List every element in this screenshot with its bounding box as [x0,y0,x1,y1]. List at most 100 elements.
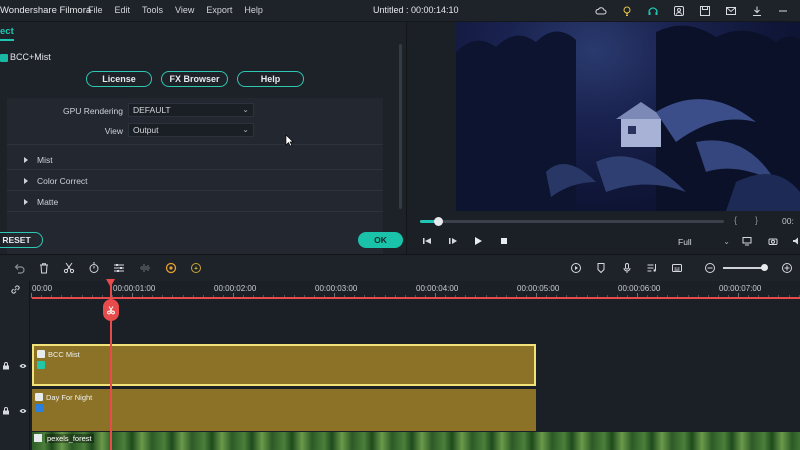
marker-button[interactable] [594,261,608,275]
ai-tool-button[interactable] [189,261,203,275]
clip-label: pexels_forest [45,434,94,443]
view-label: View [104,126,123,136]
vertical-scrollbar[interactable] [399,44,402,209]
minus-circle-icon [705,263,715,273]
expand-arrow-icon [24,199,28,205]
gpu-rendering-select[interactable]: DEFAULT ⌄ [128,103,254,117]
help-button[interactable]: Help [237,71,304,87]
download-icon[interactable] [744,3,770,19]
clip-day-for-night[interactable]: Day For Night [32,389,536,431]
track-2: Day For Night [30,388,800,432]
split-marker[interactable] [103,299,119,321]
video-preview[interactable] [456,22,800,211]
preview-quality-select[interactable]: Full ⌄ [678,235,730,249]
eye-icon[interactable] [19,362,27,370]
chevron-down-icon: ⌄ [242,125,249,134]
cloud-icon[interactable] [588,3,614,19]
save-icon[interactable] [692,3,718,19]
clip-bcc-mist[interactable]: BCC Mist [32,344,536,386]
current-time: 00: [782,216,794,226]
audio-wave-button[interactable] [138,261,152,275]
menu-file[interactable]: File [88,5,103,15]
headset-icon[interactable] [640,3,666,19]
mark-out-button[interactable]: } [755,215,758,225]
expand-arrow-icon [24,178,28,184]
license-button[interactable]: License [86,71,152,87]
section-color-correct[interactable]: Color Correct [24,176,88,186]
title-bar: Wondershare Filmora File Edit Tools View… [0,0,800,22]
zoom-out-button[interactable] [703,261,717,275]
document-title: Untitled : 00:00:14:10 [373,5,459,15]
menu-edit[interactable]: Edit [115,5,131,15]
minimize-icon[interactable] [770,3,796,19]
eye-icon[interactable] [19,407,27,415]
link-icon[interactable] [10,284,21,295]
effect-enable-checkbox[interactable] [0,54,8,62]
reset-button[interactable]: RESET [0,232,43,248]
lightbulb-icon[interactable] [614,3,640,19]
display-settings-button[interactable] [740,235,754,247]
snapshot-button[interactable] [766,235,780,247]
render-preview-button[interactable] [569,261,583,275]
music-list-icon [647,264,656,272]
delete-button[interactable] [37,261,51,275]
mail-icon[interactable] [718,3,744,19]
tab-effect[interactable]: ect [0,26,14,37]
volume-button[interactable] [790,235,800,247]
ok-button[interactable]: OK [358,232,403,248]
track-header-3 [0,432,30,450]
mark-in-button[interactable]: { [734,215,737,225]
scissors-icon [107,306,115,315]
subtitle-icon [672,264,682,272]
gem-icon [37,361,45,369]
fx-browser-button[interactable]: FX Browser [161,71,228,87]
playback-progress-bar[interactable] [420,217,724,226]
undo-button[interactable] [12,261,26,275]
timeline-zoom-knob[interactable] [761,264,768,271]
section-mist[interactable]: Mist [24,155,53,165]
user-icon[interactable] [666,3,692,19]
split-button[interactable] [62,261,76,275]
track-header-1 [0,343,30,388]
menu-export[interactable]: Export [206,5,232,15]
play-pause-frame-button[interactable] [446,235,460,247]
expand-arrow-icon [24,157,28,163]
effect-settings-panel: ect BCC+Mist License FX Browser Help GPU… [0,22,407,254]
menu-tools[interactable]: Tools [142,5,163,15]
ruler-label: 00:00 [32,284,53,293]
app-name: Wondershare Filmora [0,5,92,16]
ruler-label: 00:00:07:00 [719,284,762,293]
skip-back-icon [423,238,431,244]
view-select[interactable]: Output ⌄ [128,123,254,137]
adjust-button[interactable] [112,261,126,275]
menu-view[interactable]: View [175,5,194,15]
menu-help[interactable]: Help [244,5,263,15]
trash-icon [40,263,48,274]
play-button[interactable] [471,235,485,247]
lock-icon[interactable] [2,407,10,415]
section-matte[interactable]: Matte [24,197,58,207]
track-1: BCC Mist [30,343,800,388]
speed-button[interactable] [87,261,101,275]
title-bar-icons [588,3,796,19]
ruler-label: 00:00:02:00 [214,284,257,293]
microphone-icon [623,263,631,273]
stop-button[interactable] [497,235,511,247]
divider [7,211,383,212]
clip-label: Day For Night [46,393,93,402]
view-value: Output [133,125,159,135]
previous-frame-button[interactable] [420,235,434,247]
audio-mixer-button[interactable] [645,261,659,275]
ruler-label: 00:00:05:00 [517,284,560,293]
zoom-in-button[interactable] [780,261,794,275]
timeline-toolbar [0,254,800,281]
clip-pexels-forest[interactable]: pexels_forest [32,432,800,450]
progress-knob[interactable] [434,217,444,226]
shield-icon [597,263,605,274]
voiceover-button[interactable] [620,261,634,275]
subtitle-button[interactable] [670,261,684,275]
plus-circle-icon [782,263,792,273]
color-match-button[interactable] [164,261,178,275]
sliders-icon [114,264,124,272]
lock-icon[interactable] [2,362,10,370]
